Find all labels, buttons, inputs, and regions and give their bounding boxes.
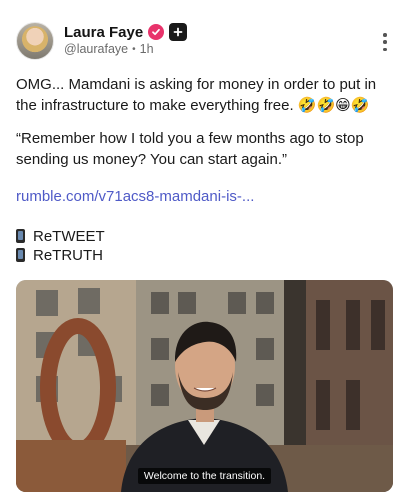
verified-check-icon (148, 24, 165, 40)
retweet-line: ReTWEET (16, 226, 105, 247)
mobile-phone-icon (16, 229, 25, 243)
avatar[interactable] (16, 22, 54, 60)
mobile-phone-icon (16, 248, 25, 262)
meta-separator: • (132, 43, 136, 55)
retruth-text: ReTRUTH (33, 247, 103, 264)
post-link[interactable]: rumble.com/v71acs8-mamdani-is-... (16, 186, 254, 207)
retweet-text: ReTWEET (33, 228, 105, 245)
author-handle[interactable]: @laurafaye (64, 42, 128, 56)
retruth-line: ReTRUTH (16, 245, 103, 266)
video-caption: Welcome to the transition. (137, 468, 272, 484)
author-display-name[interactable]: Laura Faye (64, 24, 143, 41)
post-card: Laura Faye @laurafaye • 1h OMG... Mamdan… (0, 0, 408, 500)
author-meta: @laurafaye • 1h (64, 42, 154, 56)
plus-badge-icon (169, 23, 188, 41)
post-paragraph-1: OMG... Mamdani is asking for money in or… (16, 76, 377, 114)
author-name-row: Laura Faye (64, 22, 188, 42)
video-player[interactable]: Welcome to the transition. (16, 280, 393, 492)
post-paragraph-2: “Remember how I told you a few months ag… (16, 130, 364, 168)
post-timestamp[interactable]: 1h (140, 42, 154, 56)
video-frame (16, 280, 393, 492)
more-vertical-icon[interactable] (382, 33, 388, 51)
video-caption-bar: Welcome to the transition. (16, 466, 393, 484)
